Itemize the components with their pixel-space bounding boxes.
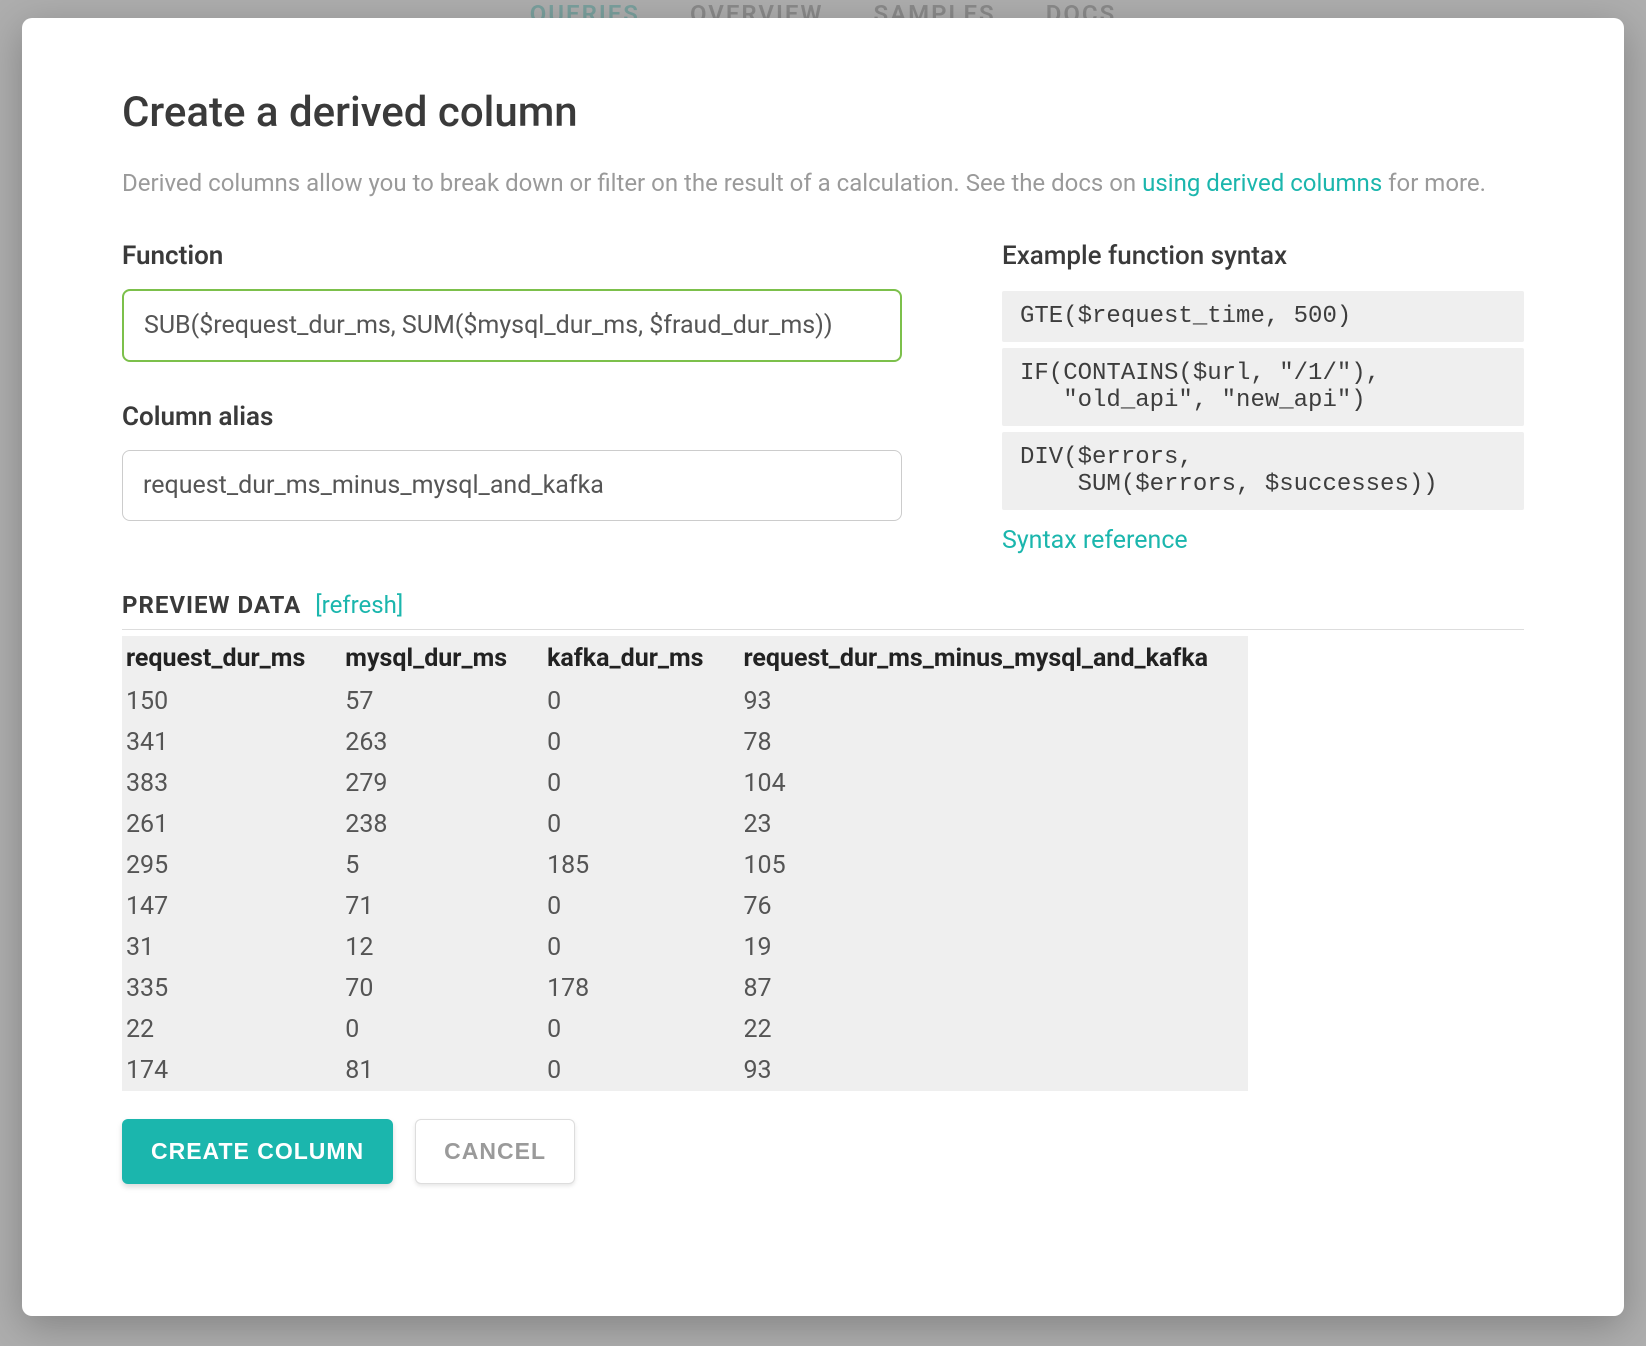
modal-description: Derived columns allow you to break down … [122,167,1524,201]
example-syntax-2: IF(CONTAINS($url, "/1/"), "old_api", "ne… [1002,348,1524,426]
create-derived-column-modal: Create a derived column Derived columns … [22,18,1624,1316]
function-label: Function [122,241,902,271]
table-cell: 0 [547,763,743,804]
example-syntax-3: DIV($errors, SUM($errors, $successes)) [1002,432,1524,510]
table-row: 17481093 [122,1050,1248,1091]
table-cell: 76 [743,886,1248,927]
table-cell: 178 [547,968,743,1009]
syntax-reference-link[interactable]: Syntax reference [1002,526,1188,555]
example-heading: Example function syntax [1002,241,1524,271]
table-cell: 104 [743,763,1248,804]
preview-data-label: PREVIEW DATA [122,591,301,619]
table-cell: 5 [345,845,547,886]
table-cell: 23 [743,804,1248,845]
table-cell: 185 [547,845,743,886]
table-row: 15057093 [122,681,1248,722]
table-cell: 31 [122,927,345,968]
table-cell: 81 [345,1050,547,1091]
table-cell: 150 [122,681,345,722]
table-row: 220022 [122,1009,1248,1050]
table-cell: 71 [345,886,547,927]
table-row: 3112019 [122,927,1248,968]
table-cell: 0 [547,722,743,763]
cancel-button[interactable]: CANCEL [415,1119,575,1184]
table-row: 341263078 [122,722,1248,763]
table-row: 14771076 [122,886,1248,927]
table-cell: 70 [345,968,547,1009]
description-text-pre: Derived columns allow you to break down … [122,169,1142,197]
table-cell: 238 [345,804,547,845]
description-text-post: for more. [1382,169,1486,197]
table-cell: 263 [345,722,547,763]
create-column-button[interactable]: CREATE COLUMN [122,1119,393,1184]
table-cell: 341 [122,722,345,763]
table-cell: 0 [547,681,743,722]
table-row: 3357017887 [122,968,1248,1009]
table-cell: 261 [122,804,345,845]
table-cell: 93 [743,1050,1248,1091]
preview-col-1: mysql_dur_ms [345,636,547,681]
modal-title: Create a derived column [122,88,1524,137]
example-syntax-1: GTE($request_time, 500) [1002,291,1524,342]
refresh-link[interactable]: [refresh] [315,591,403,619]
alias-input[interactable] [122,450,902,521]
table-cell: 57 [345,681,547,722]
table-row: 261238023 [122,804,1248,845]
preview-col-0: request_dur_ms [122,636,345,681]
table-cell: 174 [122,1050,345,1091]
table-cell: 0 [547,1009,743,1050]
table-cell: 0 [547,886,743,927]
table-row: 3832790104 [122,763,1248,804]
table-row: 2955185105 [122,845,1248,886]
table-cell: 22 [743,1009,1248,1050]
table-cell: 279 [345,763,547,804]
table-cell: 383 [122,763,345,804]
alias-label: Column alias [122,402,902,432]
table-cell: 19 [743,927,1248,968]
table-cell: 87 [743,968,1248,1009]
function-input[interactable] [122,289,902,362]
table-cell: 0 [547,804,743,845]
table-cell: 12 [345,927,547,968]
table-cell: 93 [743,681,1248,722]
table-cell: 22 [122,1009,345,1050]
table-cell: 0 [345,1009,547,1050]
preview-col-3: request_dur_ms_minus_mysql_and_kafka [743,636,1248,681]
docs-link[interactable]: using derived columns [1142,169,1382,197]
table-cell: 105 [743,845,1248,886]
table-cell: 0 [547,927,743,968]
table-cell: 0 [547,1050,743,1091]
table-cell: 335 [122,968,345,1009]
preview-table: request_dur_msmysql_dur_mskafka_dur_msre… [122,636,1248,1091]
preview-col-2: kafka_dur_ms [547,636,743,681]
table-cell: 78 [743,722,1248,763]
table-cell: 147 [122,886,345,927]
table-cell: 295 [122,845,345,886]
